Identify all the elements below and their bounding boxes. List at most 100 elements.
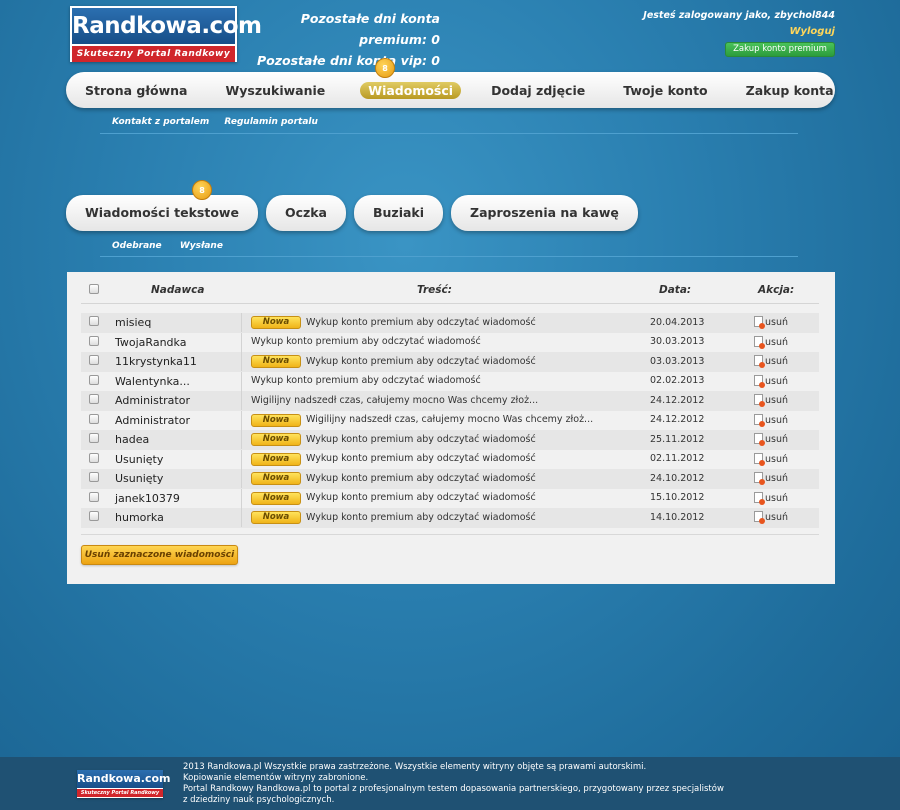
- delete-action[interactable]: usuń: [754, 413, 788, 427]
- delete-label: usuń: [765, 473, 789, 484]
- tab-winks[interactable]: Oczka: [265, 195, 346, 231]
- nav-item-add-photo[interactable]: Dodaj zdjęcie: [491, 83, 585, 98]
- buy-premium-button[interactable]: Zakup konto premium: [725, 42, 835, 57]
- row-content[interactable]: Wykup konto premium aby odczytać wiadomo…: [251, 336, 481, 347]
- row-content[interactable]: Wigilijny nadszedł czas, całujemy mocno …: [306, 414, 593, 425]
- row-content[interactable]: Wykup konto premium aby odczytać wiadomo…: [306, 512, 536, 523]
- sub-nav-contact[interactable]: Kontakt z portalem: [112, 117, 209, 127]
- new-badge: Nowa: [251, 472, 301, 485]
- table-row[interactable]: Administrator Nowa Wigilijny nadszedł czas…: [81, 410, 819, 431]
- delete-label: usuń: [765, 317, 789, 328]
- delete-action[interactable]: usuń: [754, 452, 788, 466]
- delete-action[interactable]: usuń: [754, 394, 788, 407]
- row-sender[interactable]: Administrator: [115, 394, 190, 407]
- row-checkbox[interactable]: [89, 491, 99, 502]
- table-row[interactable]: Usunięty Nowa Wykup konto premium aby odcz…: [81, 449, 819, 470]
- delete-document-icon: [754, 335, 765, 349]
- user-box: Jesteś zalogowany jako, zbychol844 Wylog…: [643, 10, 835, 37]
- delete-label: usuń: [765, 356, 789, 367]
- new-badge: Nowa: [251, 491, 301, 505]
- row-checkbox[interactable]: [89, 452, 99, 463]
- row-sender[interactable]: humorka: [115, 511, 164, 524]
- table-row[interactable]: Walentynka... Wykup konto premium aby odc…: [81, 371, 819, 392]
- divider: [81, 534, 819, 535]
- row-checkbox[interactable]: [89, 394, 99, 404]
- nav-item-messages[interactable]: Wiadomości: [360, 81, 462, 99]
- table-row[interactable]: TwojaRandka Wykup konto premium aby odczy…: [81, 332, 819, 353]
- row-sender[interactable]: Administrator: [115, 414, 190, 427]
- column-separator: [241, 430, 242, 449]
- row-sender[interactable]: Usunięty: [115, 472, 163, 485]
- footer-logo[interactable]: Randkowa.com Skuteczny Portal Randkowy: [77, 770, 170, 798]
- column-separator: [241, 508, 242, 527]
- delete-action[interactable]: usuń: [754, 374, 788, 388]
- table-row[interactable]: misieq Nowa Wykup konto premium aby odczyt…: [81, 313, 819, 333]
- delete-action[interactable]: usuń: [754, 491, 788, 505]
- text-messages-badge: 8: [192, 180, 212, 200]
- row-content[interactable]: Wykup konto premium aby odczytać wiadomo…: [306, 434, 536, 445]
- table-row[interactable]: janek10379 Nowa Wykup konto premium aby od…: [81, 488, 819, 509]
- row-sender[interactable]: janek10379: [115, 492, 180, 505]
- select-all-checkbox[interactable]: [89, 284, 99, 294]
- column-separator: [241, 352, 242, 371]
- row-checkbox[interactable]: [89, 316, 99, 326]
- table-header: Nadawca Treść: Data: Akcja:: [81, 276, 819, 304]
- row-content[interactable]: Wykup konto premium aby odczytać wiadomo…: [251, 375, 481, 386]
- column-separator: [241, 488, 242, 508]
- logout-link[interactable]: Wyloguj: [643, 26, 835, 37]
- delete-action[interactable]: usuń: [754, 472, 789, 485]
- row-checkbox[interactable]: [89, 374, 99, 385]
- delete-document-icon: [754, 316, 765, 329]
- row-sender[interactable]: 11krystynka11: [115, 355, 197, 368]
- row-content[interactable]: Wykup konto premium aby odczytać wiadomo…: [306, 473, 536, 484]
- row-checkbox[interactable]: [89, 355, 99, 365]
- delete-action[interactable]: usuń: [754, 335, 788, 349]
- row-sender[interactable]: Usunięty: [115, 453, 163, 466]
- row-checkbox[interactable]: [89, 472, 99, 482]
- delete-selected-button[interactable]: Usuń zaznaczone wiadomości: [81, 545, 238, 565]
- row-content[interactable]: Wykup konto premium aby odczytać wiadomo…: [306, 453, 536, 464]
- delete-action[interactable]: usuń: [754, 316, 789, 329]
- table-row[interactable]: humorka Nowa Wykup konto premium aby odczy…: [81, 508, 819, 528]
- row-sender[interactable]: TwojaRandka: [115, 336, 186, 349]
- row-date: 03.03.2013: [650, 355, 705, 367]
- tab-kisses[interactable]: Buziaki: [354, 195, 444, 231]
- row-checkbox[interactable]: [89, 433, 99, 443]
- row-sender[interactable]: hadea: [115, 433, 149, 446]
- table-row[interactable]: Usunięty Nowa Wykup konto premium aby odcz…: [81, 469, 819, 489]
- delete-action[interactable]: usuń: [754, 433, 788, 446]
- row-content[interactable]: Wykup konto premium aby odczytać wiadomo…: [306, 317, 536, 328]
- site-logo[interactable]: Randkowa.com Skuteczny Portal Randkowy: [70, 6, 262, 62]
- sub-tab-received[interactable]: Odebrane: [112, 241, 162, 251]
- tab-coffee-invites[interactable]: Zaproszenia na kawę: [451, 195, 638, 231]
- row-checkbox[interactable]: [89, 335, 99, 346]
- table-row[interactable]: 11krystynka11 Nowa Wykup konto premium aby…: [81, 352, 819, 372]
- table-row[interactable]: Administrator Wigilijny nadszedł czas, ca…: [81, 391, 819, 411]
- footer-logo-title: Randkowa.com: [77, 770, 170, 788]
- nav-item-your-account[interactable]: Twoje konto: [623, 83, 707, 98]
- delete-action[interactable]: usuń: [754, 511, 788, 524]
- delete-document-icon: [754, 433, 765, 446]
- logo-title: Randkowa.com: [72, 8, 262, 44]
- nav-item-buy-account[interactable]: Zakup konta: [746, 83, 834, 98]
- divider: [100, 133, 798, 134]
- row-content[interactable]: Wykup konto premium aby odczytać wiadomo…: [306, 492, 536, 503]
- table-row[interactable]: hadea Nowa Wykup konto premium aby odczyta…: [81, 430, 819, 450]
- logged-in-text: Jesteś zalogowany jako, zbychol844: [643, 10, 835, 21]
- row-content[interactable]: Wykup konto premium aby odczytać wiadomo…: [306, 356, 536, 367]
- new-badge: Nowa: [251, 355, 301, 368]
- nav-item-search[interactable]: Wyszukiwanie: [225, 83, 325, 98]
- row-checkbox[interactable]: [89, 511, 99, 521]
- row-sender[interactable]: misieq: [115, 316, 151, 329]
- row-date: 20.04.2013: [650, 316, 705, 328]
- sub-nav-terms[interactable]: Regulamin portalu: [224, 117, 318, 127]
- delete-action[interactable]: usuń: [754, 355, 789, 368]
- tab-text-messages[interactable]: Wiadomości tekstowe: [66, 195, 258, 231]
- sub-tab-sent[interactable]: Wysłane: [180, 241, 223, 251]
- row-sender[interactable]: Walentynka...: [115, 375, 190, 388]
- nav-item-home[interactable]: Strona główna: [85, 83, 187, 98]
- new-badge: Nowa: [251, 511, 301, 524]
- row-content[interactable]: Wigilijny nadszedł czas, całujemy mocno …: [251, 395, 538, 406]
- messages-list: misieq Nowa Wykup konto premium aby odczyt…: [81, 313, 819, 528]
- row-checkbox[interactable]: [89, 413, 99, 424]
